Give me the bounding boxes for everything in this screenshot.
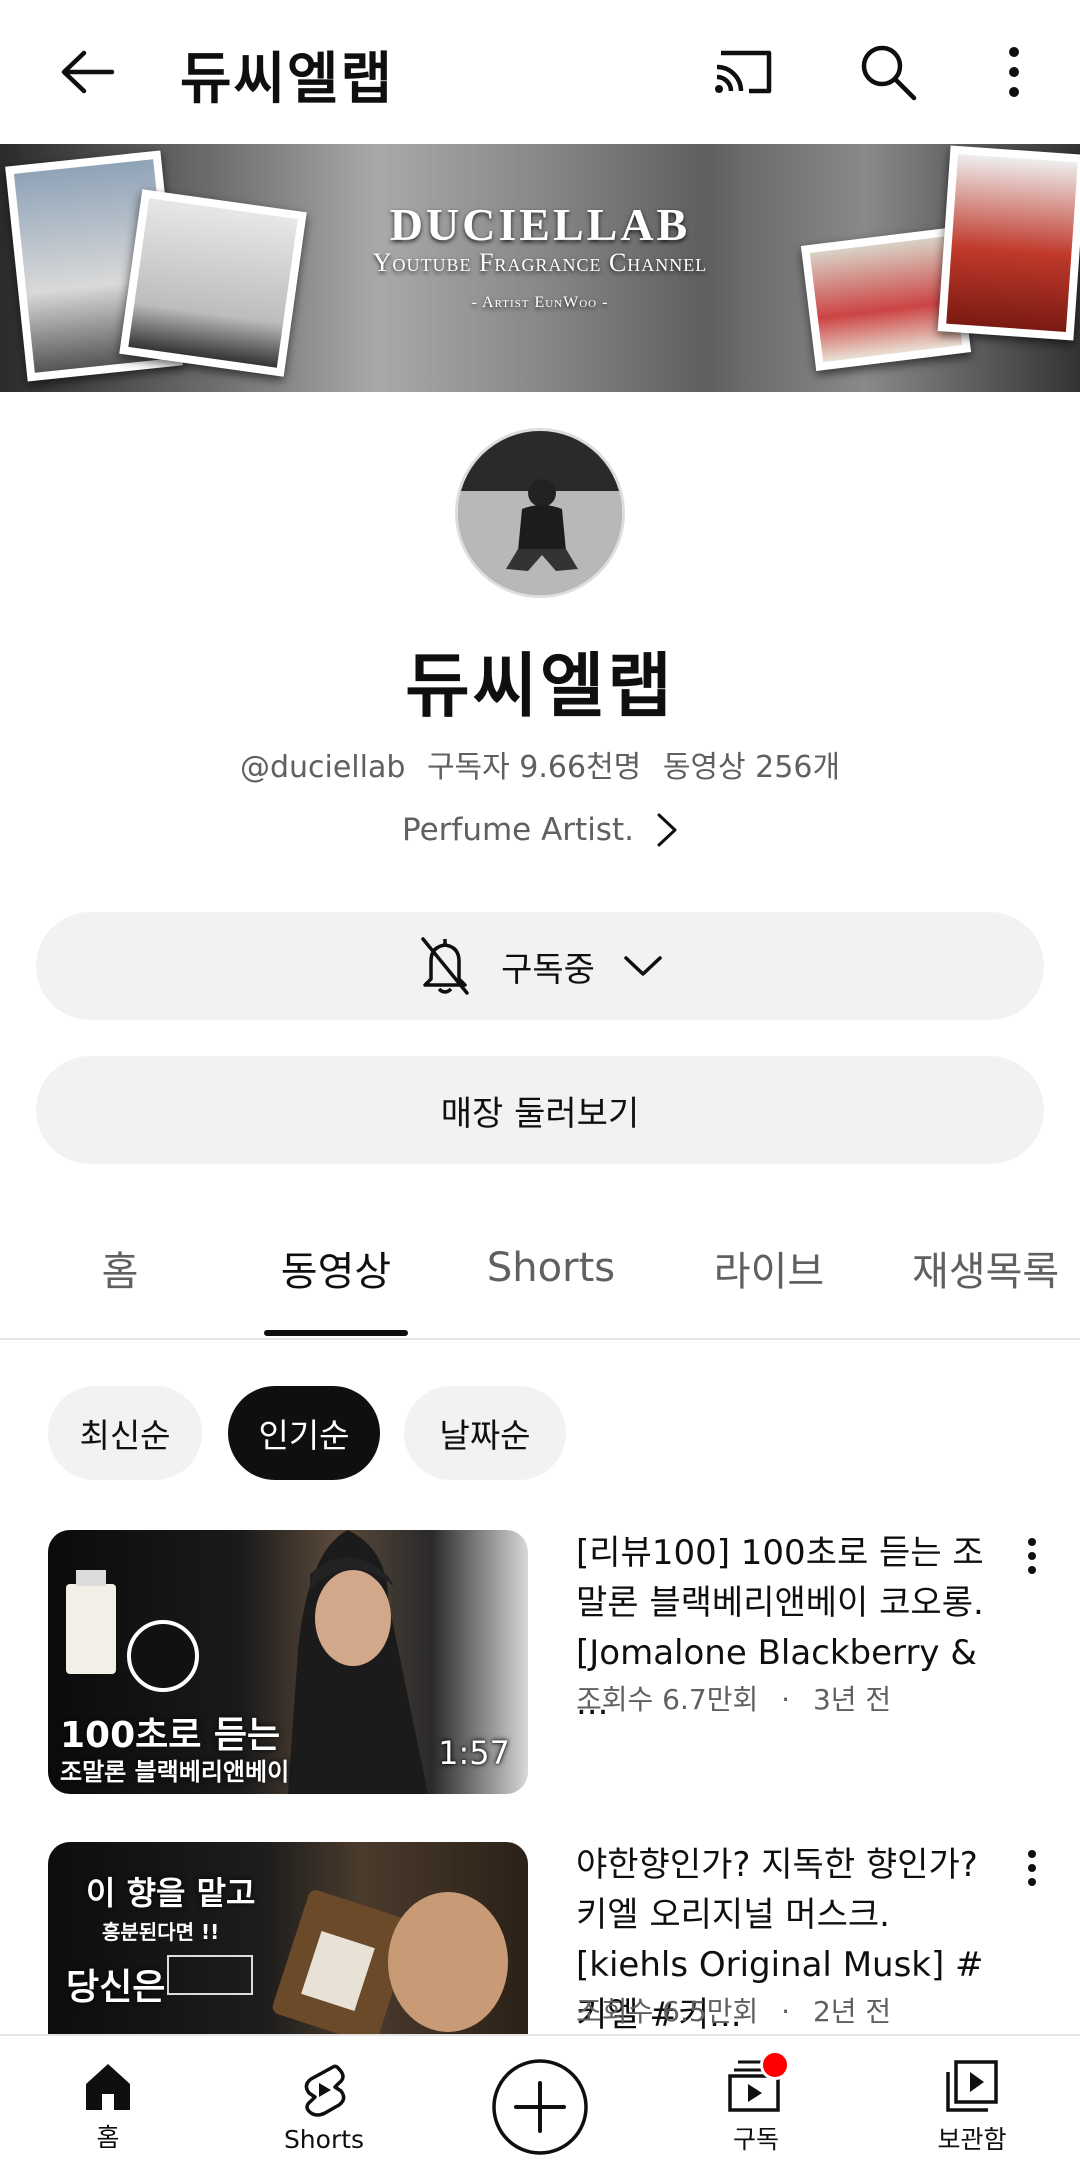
subscribed-label: 구독중 <box>501 949 595 990</box>
channel-tabs: 홈 동영상 Shorts 라이브 재생목록 <box>0 1200 1080 1340</box>
video-count: 동영상 256개 <box>662 750 841 785</box>
thumbnail-caption-1: 이 향을 맡고 <box>86 1874 256 1912</box>
channel-banner: DUCIELLAB Youtube Fragrance Channel - Ar… <box>0 144 1080 392</box>
video-age: 3년 전 <box>812 1683 892 1716</box>
channel-meta: @duciellab 구독자 9.66천명 동영상 256개 <box>0 742 1080 786</box>
nav-home[interactable]: 홈 <box>0 2036 216 2178</box>
active-tab-indicator <box>264 1330 408 1336</box>
visit-store-label: 매장 둘러보기 <box>440 1093 640 1134</box>
nav-library-label: 보관함 <box>937 2125 1007 2154</box>
video-views: 조회수 6.5만회 <box>576 1995 759 2028</box>
cast-button[interactable] <box>708 36 780 108</box>
video-meta: 조회수 6.5만회 · 2년 전 <box>576 1995 892 2028</box>
channel-name: 듀씨엘랩 <box>405 645 675 727</box>
chip-latest[interactable]: 최신순 <box>48 1386 202 1480</box>
cast-icon <box>715 50 772 94</box>
thumbnail-caption-1: 100초로 듣는 <box>60 1715 281 1756</box>
chip-oldest[interactable]: 날짜순 <box>404 1386 566 1480</box>
tab-videos[interactable]: 동영상 <box>264 1200 408 1336</box>
video-more-button[interactable] <box>1000 1524 1064 1588</box>
more-vert-icon <box>1028 1538 1036 1574</box>
page-title: 듀씨엘랩 <box>180 47 395 112</box>
video-thumbnail[interactable]: 100초로 듣는 조말론 블랙베리앤베이 1:57 <box>48 1530 528 1794</box>
more-vert-icon <box>1028 1850 1036 1886</box>
video-more-button[interactable] <box>1000 1836 1064 1900</box>
channel-description-text: Perfume Artist. <box>402 812 634 848</box>
banner-subtitle: Youtube Fragrance Channel <box>372 248 708 277</box>
channel-description[interactable]: Perfume Artist. <box>0 812 1080 848</box>
library-icon <box>946 2060 998 2112</box>
more-options-button[interactable] <box>978 36 1050 108</box>
channel-avatar[interactable] <box>455 428 625 598</box>
nav-subscriptions-label: 구독 <box>732 2125 779 2154</box>
more-vert-icon <box>1009 47 1019 97</box>
video-thumbnail[interactable]: 이 향을 맡고 흥분된다면 !! 당신은 <box>48 1842 528 2034</box>
nav-library[interactable]: 보관함 <box>864 2036 1080 2178</box>
subscriptions-icon-wrap <box>726 2050 790 2114</box>
channel-handle: @duciellab <box>239 750 406 785</box>
nav-shorts[interactable]: Shorts <box>216 2036 432 2178</box>
nav-subscriptions[interactable]: 구독 <box>648 2036 864 2178</box>
tab-shorts[interactable]: Shorts <box>470 1200 632 1336</box>
nav-shorts-label: Shorts <box>283 2124 365 2154</box>
chevron-right-icon <box>657 813 677 847</box>
create-icon <box>492 2059 588 2155</box>
notification-dot <box>760 2050 790 2080</box>
video-duration: 1:57 <box>438 1734 510 1772</box>
bell-off-icon <box>421 937 469 995</box>
banner-brand: DUCIELLAB <box>389 199 691 250</box>
video-meta: 조회수 6.7만회 · 3년 전 <box>576 1683 892 1716</box>
home-icon <box>86 2064 130 2110</box>
back-arrow-icon <box>61 50 115 94</box>
tab-live[interactable]: 라이브 <box>694 1200 844 1336</box>
chip-popular[interactable]: 인기순 <box>228 1386 380 1480</box>
video-views: 조회수 6.7만회 <box>576 1683 759 1716</box>
search-button[interactable] <box>852 36 924 108</box>
thumbnail-caption-3: 당신은 <box>66 1967 166 2008</box>
chevron-down-icon <box>624 956 662 976</box>
back-button[interactable] <box>48 36 128 108</box>
top-app-bar: 듀씨엘랩 <box>0 0 1080 144</box>
video-age: 2년 전 <box>812 1995 892 2028</box>
tab-home[interactable]: 홈 <box>48 1200 192 1336</box>
banner-artist: - Artist EunWoo - <box>471 294 609 311</box>
shorts-icon <box>304 2064 346 2117</box>
bottom-navigation: 홈 Shorts 구독 보관함 <box>0 2034 1080 2178</box>
tab-playlists[interactable]: 재생목록 <box>912 1200 1080 1336</box>
visit-store-button[interactable]: 매장 둘러보기 <box>36 1056 1044 1164</box>
subscribed-button[interactable]: 구독중 <box>36 912 1044 1020</box>
nav-create[interactable] <box>432 2036 648 2178</box>
search-icon <box>861 45 917 101</box>
subscriber-count: 구독자 9.66천명 <box>426 750 642 785</box>
nav-home-label: 홈 <box>96 2123 120 2152</box>
thumbnail-caption-2: 흥분된다면 !! <box>102 1920 220 1944</box>
avatar-image <box>458 431 622 595</box>
thumbnail-caption-2: 조말론 블랙베리앤베이 <box>60 1758 290 1786</box>
